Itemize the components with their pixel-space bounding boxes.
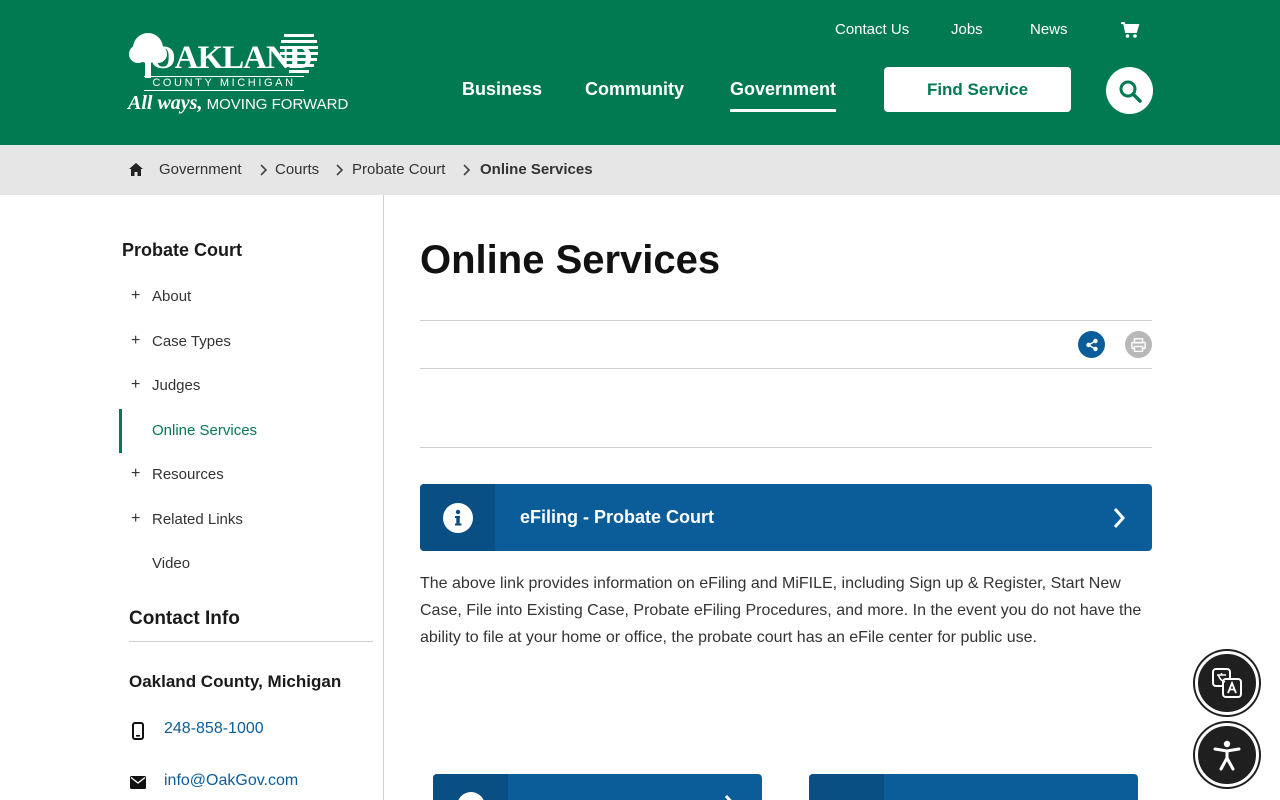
efiling-card-label: eFiling - Probate Court — [520, 507, 715, 527]
phone-icon — [132, 722, 144, 740]
share-button[interactable] — [1078, 331, 1105, 358]
find-service-button[interactable]: Find Service — [884, 67, 1071, 112]
util-link-contact-us[interactable]: Contact Us — [835, 21, 909, 38]
sidebar-title[interactable]: Probate Court — [122, 240, 242, 261]
service-card[interactable] — [809, 774, 1138, 800]
print-icon — [1131, 337, 1146, 352]
accessibility-button[interactable] — [1195, 723, 1259, 787]
oakland-county-logo[interactable]: OAKLAND COUNTY MICHIGAN All ways, MOVING… — [128, 30, 348, 116]
service-card[interactable] — [433, 774, 762, 800]
expand-icon[interactable]: + — [131, 333, 140, 349]
card-icon-cell — [809, 774, 884, 800]
divider — [420, 447, 1152, 448]
breadcrumb-current: Online Services — [480, 161, 593, 178]
sidebar-item-case-types[interactable]: Case Types — [152, 333, 231, 350]
logo-tagline: All ways, MOVING FORWARD — [128, 92, 349, 114]
sun-icon — [280, 34, 318, 73]
breadcrumb-government[interactable]: Government — [159, 161, 242, 178]
chevron-right-icon — [1113, 508, 1126, 528]
nav-government[interactable]: Government — [730, 79, 837, 112]
breadcrumb: Government Courts Probate Court Online S… — [0, 145, 1280, 195]
print-button[interactable] — [1125, 331, 1152, 358]
nav-community[interactable]: Community — [585, 79, 684, 100]
home-icon[interactable] — [128, 162, 144, 177]
efiling-probate-court-link[interactable]: eFiling - Probate Court — [420, 484, 1152, 551]
logo-subtitle: COUNTY MICHIGAN — [144, 76, 304, 91]
mail-icon — [130, 776, 146, 789]
sidebar-item-resources[interactable]: Resources — [152, 466, 224, 483]
sidebar-item-online-services[interactable]: Online Services — [152, 422, 257, 439]
body-text: The above link provides information on e… — [420, 575, 1142, 646]
sidebar-divider — [383, 195, 384, 800]
page-title: Online Services — [420, 238, 721, 282]
util-link-news[interactable]: News — [1030, 21, 1068, 38]
expand-icon[interactable]: + — [131, 466, 140, 482]
divider — [420, 320, 1152, 321]
divider — [129, 641, 373, 642]
active-indicator — [119, 409, 122, 453]
translate-icon — [1212, 668, 1242, 698]
sidebar-item-video[interactable]: Video — [152, 555, 190, 572]
nav-business[interactable]: Business — [462, 79, 542, 100]
contact-email-link[interactable]: info@OakGov.com — [164, 772, 298, 790]
chevron-right-icon — [724, 795, 732, 800]
util-link-jobs[interactable]: Jobs — [951, 21, 983, 38]
expand-icon[interactable]: + — [131, 511, 140, 527]
site-header: OAKLAND COUNTY MICHIGAN All ways, MOVING… — [0, 0, 1280, 145]
breadcrumb-courts[interactable]: Courts — [275, 161, 319, 178]
divider — [420, 368, 1152, 369]
expand-icon[interactable]: + — [131, 377, 140, 393]
contact-info-title: Contact Info — [129, 608, 240, 629]
search-icon — [1119, 80, 1142, 103]
sidebar-item-about[interactable]: About — [152, 288, 191, 305]
expand-icon[interactable]: + — [131, 288, 140, 304]
share-icon — [1085, 338, 1098, 351]
contact-phone-link[interactable]: 248-858-1000 — [164, 720, 264, 738]
sidebar-item-related-links[interactable]: Related Links — [152, 511, 243, 528]
chevron-right-icon — [336, 164, 344, 176]
chevron-right-icon — [463, 164, 471, 176]
card-icon-cell — [420, 484, 495, 551]
chevron-right-icon — [260, 164, 268, 176]
contact-org-name: Oakland County, Michigan — [129, 672, 342, 691]
accessibility-icon — [1213, 740, 1241, 771]
sidebar-item-judges[interactable]: Judges — [152, 377, 200, 394]
info-icon — [442, 502, 473, 533]
cart-icon[interactable] — [1120, 21, 1140, 39]
translate-button[interactable] — [1195, 651, 1259, 715]
search-button[interactable] — [1106, 67, 1153, 114]
breadcrumb-probate-court[interactable]: Probate Court — [352, 161, 445, 178]
